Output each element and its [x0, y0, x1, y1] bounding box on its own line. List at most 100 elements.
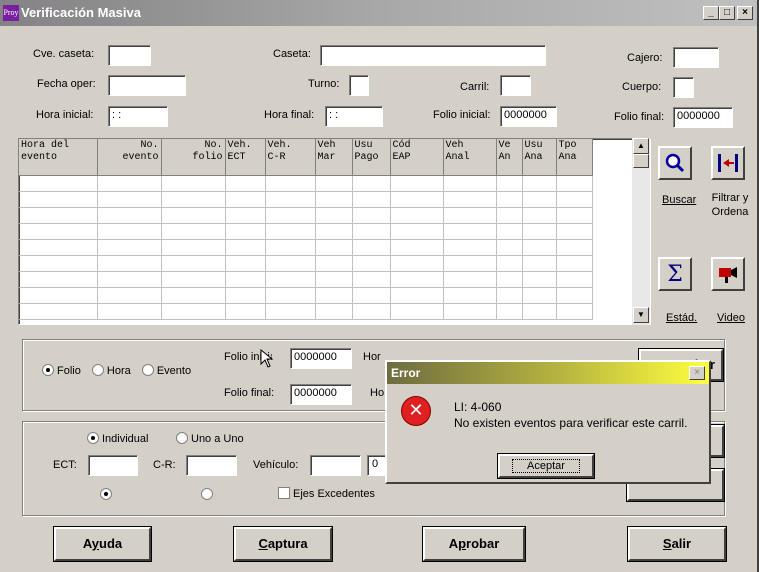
table-cell[interactable] — [443, 271, 497, 288]
table-cell[interactable] — [390, 175, 444, 192]
table-cell[interactable] — [522, 239, 557, 256]
cve-caseta-field[interactable] — [108, 45, 151, 66]
table-cell[interactable] — [556, 271, 593, 288]
buscar-button[interactable] — [658, 146, 692, 180]
table-cell[interactable] — [390, 191, 444, 208]
table-cell[interactable] — [522, 303, 557, 320]
table-row[interactable] — [19, 239, 593, 256]
radio-folio[interactable]: Folio — [42, 364, 81, 377]
table-cell[interactable] — [19, 255, 98, 272]
table-cell[interactable] — [315, 239, 353, 256]
table-cell[interactable] — [161, 287, 226, 304]
table-cell[interactable] — [315, 207, 353, 224]
table-cell[interactable] — [556, 191, 593, 208]
table-cell[interactable] — [390, 303, 444, 320]
table-cell[interactable] — [390, 287, 444, 304]
filter-folio-final-field[interactable]: 0000000 — [290, 384, 352, 405]
table-row[interactable] — [19, 255, 593, 272]
close-button[interactable]: × — [737, 6, 753, 20]
table-cell[interactable] — [97, 287, 162, 304]
table-cell[interactable] — [496, 287, 523, 304]
table-cell[interactable] — [496, 191, 523, 208]
table-cell[interactable] — [352, 207, 391, 224]
table-cell[interactable] — [390, 239, 444, 256]
table-cell[interactable] — [496, 223, 523, 240]
table-cell[interactable] — [161, 191, 226, 208]
estad-button[interactable]: Σ — [658, 257, 692, 291]
table-cell[interactable] — [496, 271, 523, 288]
table-cell[interactable] — [161, 223, 226, 240]
hora-final-field[interactable]: : : — [325, 106, 383, 127]
table-cell[interactable] — [225, 207, 266, 224]
ect-select-radio[interactable] — [100, 488, 112, 500]
grid-column-header[interactable]: Ve An — [496, 139, 523, 176]
table-cell[interactable] — [97, 239, 162, 256]
table-cell[interactable] — [556, 223, 593, 240]
table-cell[interactable] — [225, 287, 266, 304]
table-cell[interactable] — [352, 287, 391, 304]
cr-field[interactable] — [186, 455, 237, 476]
table-cell[interactable] — [522, 271, 557, 288]
grid-scrollbar[interactable]: ▲ ▼ — [632, 138, 650, 325]
folio-inicial-field[interactable]: 0000000 — [500, 106, 557, 127]
video-button[interactable] — [711, 257, 745, 291]
minimize-button[interactable]: _ — [703, 6, 719, 20]
table-cell[interactable] — [161, 271, 226, 288]
grid-column-header[interactable]: Usu Ana — [522, 139, 557, 176]
table-cell[interactable] — [443, 239, 497, 256]
ayuda-button[interactable]: Ayuda — [53, 526, 152, 562]
table-cell[interactable] — [443, 223, 497, 240]
table-cell[interactable] — [522, 223, 557, 240]
table-cell[interactable] — [19, 191, 98, 208]
table-cell[interactable] — [97, 191, 162, 208]
grid-column-header[interactable]: Veh Anal — [443, 139, 497, 176]
table-cell[interactable] — [225, 175, 266, 192]
table-row[interactable] — [19, 207, 593, 224]
table-cell[interactable] — [496, 207, 523, 224]
grid-column-header[interactable]: No. evento — [97, 139, 162, 176]
table-cell[interactable] — [97, 175, 162, 192]
table-cell[interactable] — [225, 271, 266, 288]
table-cell[interactable] — [19, 287, 98, 304]
table-cell[interactable] — [19, 303, 98, 320]
table-cell[interactable] — [19, 223, 98, 240]
filtrar-button[interactable] — [711, 146, 745, 180]
table-cell[interactable] — [315, 175, 353, 192]
table-cell[interactable] — [315, 255, 353, 272]
radio-hora[interactable]: Hora — [91, 364, 131, 377]
table-cell[interactable] — [522, 207, 557, 224]
fecha-oper-field[interactable] — [108, 75, 186, 96]
table-cell[interactable] — [19, 207, 98, 224]
table-cell[interactable] — [556, 255, 593, 272]
table-cell[interactable] — [522, 191, 557, 208]
table-cell[interactable] — [19, 239, 98, 256]
table-cell[interactable] — [496, 239, 523, 256]
table-cell[interactable] — [556, 303, 593, 320]
grid-column-header[interactable]: Veh Mar — [315, 139, 353, 176]
captura-button[interactable]: Captura — [233, 526, 333, 562]
table-cell[interactable] — [161, 303, 226, 320]
table-cell[interactable] — [443, 287, 497, 304]
table-cell[interactable] — [265, 287, 316, 304]
table-cell[interactable] — [315, 271, 353, 288]
table-cell[interactable] — [390, 255, 444, 272]
table-cell[interactable] — [352, 303, 391, 320]
table-cell[interactable] — [390, 271, 444, 288]
grid-column-header[interactable]: Tpo Ana — [556, 139, 593, 176]
table-cell[interactable] — [352, 175, 391, 192]
table-cell[interactable] — [315, 191, 353, 208]
scroll-down-button[interactable]: ▼ — [633, 307, 649, 323]
cr-select-radio[interactable] — [201, 488, 213, 500]
table-cell[interactable] — [443, 191, 497, 208]
table-cell[interactable] — [161, 207, 226, 224]
table-cell[interactable] — [225, 255, 266, 272]
table-cell[interactable] — [556, 175, 593, 192]
table-cell[interactable] — [225, 191, 266, 208]
hora-inicial-field[interactable]: : : — [108, 106, 168, 127]
caseta-field[interactable] — [320, 45, 546, 66]
table-cell[interactable] — [19, 271, 98, 288]
table-cell[interactable] — [265, 303, 316, 320]
filter-folio-inicial-field[interactable]: 0000000 — [290, 348, 352, 369]
events-grid[interactable]: Hora del evento No. evento No. folio Veh. E… — [18, 138, 651, 325]
table-cell[interactable] — [352, 239, 391, 256]
